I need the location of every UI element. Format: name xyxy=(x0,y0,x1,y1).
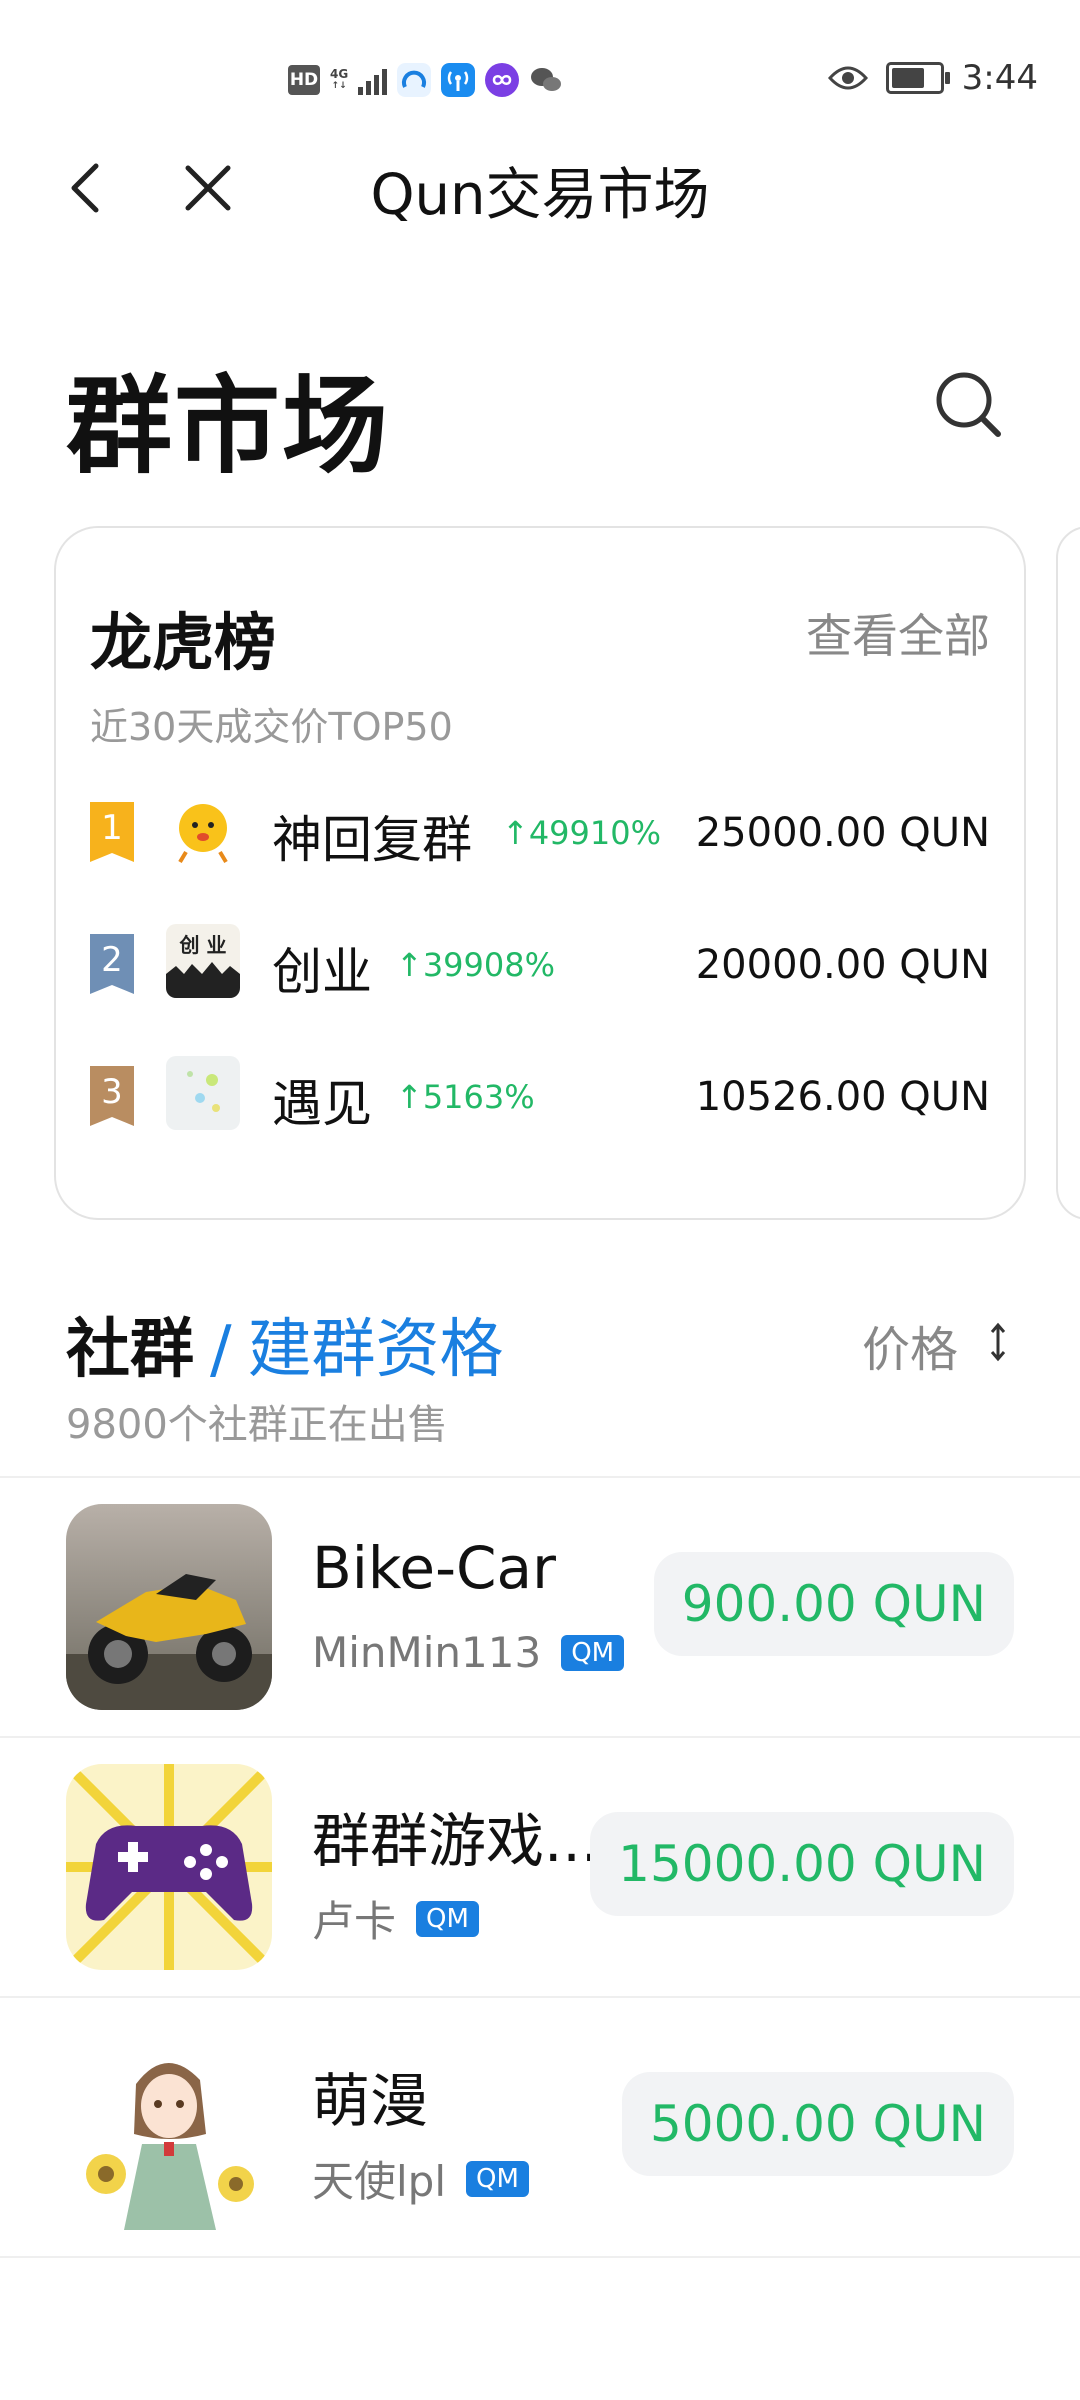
status-right: 3:44 xyxy=(827,58,1038,98)
sort-by-price-button[interactable]: 价格 xyxy=(862,1310,958,1380)
cloud-app-icon xyxy=(397,63,432,97)
divider xyxy=(0,2256,1080,2258)
tab-group-qualification[interactable]: 建群资格 xyxy=(248,1313,504,1387)
clock: 3:44 xyxy=(961,58,1038,98)
rank-change: ↑49910% xyxy=(502,814,662,852)
rank-price: 20000.00 QUN xyxy=(695,942,990,988)
section-title: 社群 / 建群资格 xyxy=(66,1298,504,1390)
hd-icon: HD xyxy=(288,65,320,95)
listing-owner: 天使lpl QM xyxy=(312,2148,529,2209)
rank-change: ↑5163% xyxy=(396,1078,535,1116)
wechat-icon xyxy=(531,68,562,91)
ranking-row[interactable]: 1 神回复群 ↑49910% 25000.00 QUN xyxy=(56,780,1024,880)
listing-name: 群群游戏... xyxy=(312,1807,600,1875)
price-button[interactable]: 5000.00 QUN xyxy=(621,2072,1014,2176)
listing-name: Bike-Car xyxy=(312,1534,556,1602)
hotspot-icon xyxy=(441,63,476,97)
listing-owner: MinMin113 QM xyxy=(312,1628,625,1677)
ranking-row[interactable]: 2 创 业 创业 ↑39908% 20000.00 QUN xyxy=(56,912,1024,1012)
listing-owner: 卢卡 QM xyxy=(312,1888,479,1949)
rank-price: 25000.00 QUN xyxy=(695,810,990,856)
price-button[interactable]: 15000.00 QUN xyxy=(590,1812,1014,1916)
ranking-title: 龙虎榜 xyxy=(90,606,277,679)
tab-groups[interactable]: 社群 xyxy=(66,1313,194,1387)
list-item[interactable]: Bike-Car MinMin113 QM 900.00 QUN xyxy=(0,1478,1080,1736)
group-avatar xyxy=(166,1056,240,1130)
qm-badge: QM xyxy=(416,1900,479,1937)
rank-badge: 1 xyxy=(90,802,134,862)
owner-name: MinMin113 xyxy=(312,1628,542,1677)
qm-badge: QM xyxy=(561,1634,625,1671)
owner-name: 卢卡 xyxy=(312,1897,397,1946)
rank-change: ↑39908% xyxy=(396,946,556,984)
network-type: 4G ↑↓ xyxy=(330,67,349,91)
rank-badge: 2 xyxy=(90,934,134,994)
ranking-card[interactable]: 龙虎榜 查看全部 近30天成交价TOP50 1 神回复群 ↑49910% 250… xyxy=(54,526,1026,1220)
qm-badge: QM xyxy=(466,2160,529,2197)
svg-text:创 业: 创 业 xyxy=(179,933,227,957)
status-left: HD 4G ↑↓ xyxy=(288,60,563,100)
rank-name: 创业 xyxy=(272,943,372,1001)
page-title: 群市场 xyxy=(66,365,390,488)
tab-separator: / xyxy=(210,1313,232,1387)
battery-icon xyxy=(885,62,950,94)
rank-price: 10526.00 QUN xyxy=(695,1074,990,1120)
rank-name: 遇见 xyxy=(272,1075,372,1133)
owner-name: 天使lpl xyxy=(312,2157,446,2206)
status-bar: HD 4G ↑↓ 3:44 xyxy=(0,0,1080,130)
sort-icon[interactable] xyxy=(986,1320,1010,1364)
group-avatar xyxy=(166,792,240,866)
price-button[interactable]: 900.00 QUN xyxy=(653,1552,1014,1656)
nav-title: Qun交易市场 xyxy=(370,163,710,228)
list-item[interactable]: 萌漫 天使lpl QM 5000.00 QUN xyxy=(0,1998,1080,2256)
next-card-peek[interactable] xyxy=(1056,526,1080,1220)
ranking-subtitle: 近30天成交价TOP50 xyxy=(90,705,453,749)
search-icon[interactable] xyxy=(932,368,1004,440)
ranking-row[interactable]: 3 遇见 ↑5163% 10526.00 QUN xyxy=(56,1044,1024,1144)
listing-name: 萌漫 xyxy=(312,2067,429,2135)
group-avatar: 创 业 xyxy=(166,924,240,998)
view-all-link[interactable]: 查看全部 xyxy=(806,600,990,666)
listing-count: 9800个社群正在出售 xyxy=(66,1402,448,1448)
infinity-app-icon xyxy=(485,63,520,97)
signal-icon xyxy=(358,65,388,95)
group-thumbnail xyxy=(66,1504,272,1710)
group-thumbnail xyxy=(66,2024,272,2230)
rank-name: 神回复群 xyxy=(272,811,472,869)
list-item[interactable]: 群群游戏... 卢卡 QM 15000.00 QUN xyxy=(0,1738,1080,1996)
group-thumbnail xyxy=(66,1764,272,1970)
eye-icon xyxy=(827,66,868,90)
rank-badge: 3 xyxy=(90,1066,134,1126)
